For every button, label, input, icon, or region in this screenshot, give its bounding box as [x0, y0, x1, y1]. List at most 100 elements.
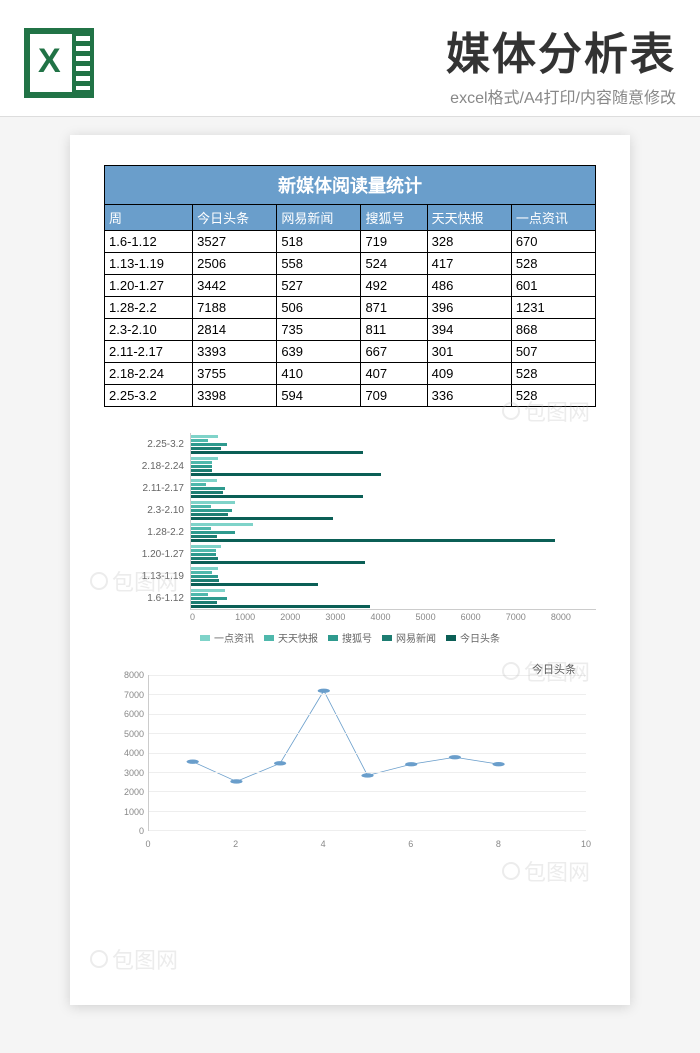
table-cell: 507 — [511, 341, 595, 363]
bar-segment — [191, 535, 217, 538]
line-x-tick: 8 — [496, 839, 501, 849]
bar-category-label: 1.28-2.2 — [104, 527, 190, 538]
document-page: 新媒体阅读量统计 周今日头条网易新闻搜狐号天天快报一点资讯 1.6-1.1235… — [70, 135, 630, 1005]
line-y-tick: 6000 — [104, 709, 144, 719]
line-y-tick: 7000 — [104, 690, 144, 700]
bar-segment — [191, 583, 318, 586]
table-header-row: 周今日头条网易新闻搜狐号天天快报一点资讯 — [105, 205, 596, 231]
bar-segment — [191, 443, 227, 446]
line-point — [405, 762, 417, 766]
table-cell: 601 — [511, 275, 595, 297]
table-cell: 3393 — [193, 341, 277, 363]
table-cell: 2814 — [193, 319, 277, 341]
table-cell: 558 — [277, 253, 361, 275]
table-cell: 2.3-2.10 — [105, 319, 193, 341]
bar-segment — [191, 439, 208, 442]
bar-segment — [191, 473, 381, 476]
table-cell: 417 — [427, 253, 511, 275]
bar-track — [190, 587, 596, 609]
bar-segment — [191, 461, 212, 464]
line-plot-area — [148, 675, 586, 831]
legend-swatch — [382, 635, 392, 641]
line-point — [318, 689, 330, 693]
data-table: 周今日头条网易新闻搜狐号天天快报一点资讯 1.6-1.1235275187193… — [104, 204, 596, 407]
table-title: 新媒体阅读量统计 — [104, 165, 596, 204]
bar-segment — [191, 447, 221, 450]
line-path — [193, 691, 499, 782]
table-header-cell: 周 — [105, 205, 193, 231]
table-cell: 1.13-1.19 — [105, 253, 193, 275]
bar-row: 1.28-2.2 — [104, 521, 596, 543]
table-cell: 528 — [511, 253, 595, 275]
bar-category-label: 2.3-2.10 — [104, 505, 190, 516]
bar-segment — [191, 545, 221, 548]
bar-segment — [191, 465, 212, 468]
bar-category-label: 1.20-1.27 — [104, 549, 190, 560]
template-subtitle: excel格式/A4打印/内容随意修改 — [112, 84, 676, 108]
bar-rows: 2.25-3.22.18-2.242.11-2.172.3-2.101.28-2… — [104, 433, 596, 609]
bar-x-tick: 3000 — [325, 612, 370, 622]
bar-segment — [191, 597, 227, 600]
legend-label: 今日头条 — [460, 630, 500, 645]
table-cell: 670 — [511, 231, 595, 253]
template-title: 媒体分析表 — [112, 18, 676, 82]
table-cell: 410 — [277, 363, 361, 385]
table-row: 2.11-2.173393639667301507 — [105, 341, 596, 363]
line-point — [230, 779, 242, 783]
table-cell: 594 — [277, 385, 361, 407]
table-cell: 7188 — [193, 297, 277, 319]
table-cell: 2.18-2.24 — [105, 363, 193, 385]
legend-label: 天天快报 — [278, 630, 318, 645]
divider — [0, 116, 700, 117]
table-header-cell: 一点资讯 — [511, 205, 595, 231]
table-header-cell: 天天快报 — [427, 205, 511, 231]
line-y-tick: 0 — [104, 826, 144, 836]
bar-segment — [191, 523, 253, 526]
watermark: 包图网 — [502, 855, 590, 887]
table-row: 2.3-2.102814735811394868 — [105, 319, 596, 341]
bar-segment — [191, 457, 218, 460]
bar-track — [190, 565, 596, 587]
table-cell: 518 — [277, 231, 361, 253]
line-y-tick: 4000 — [104, 748, 144, 758]
table-row: 1.28-2.271885068713961231 — [105, 297, 596, 319]
bar-segment — [191, 513, 228, 516]
table-cell: 528 — [511, 385, 595, 407]
table-row: 1.20-1.273442527492486601 — [105, 275, 596, 297]
bar-segment — [191, 517, 333, 520]
table-cell: 868 — [511, 319, 595, 341]
table-cell: 486 — [427, 275, 511, 297]
bar-segment — [191, 557, 218, 560]
legend-item: 今日头条 — [446, 630, 500, 645]
table-row: 2.25-3.23398594709336528 — [105, 385, 596, 407]
table-header-cell: 搜狐号 — [361, 205, 427, 231]
bar-x-tick: 7000 — [506, 612, 551, 622]
table-cell: 709 — [361, 385, 427, 407]
table-cell: 3755 — [193, 363, 277, 385]
bar-track — [190, 521, 596, 543]
bar-x-tick: 6000 — [461, 612, 506, 622]
table-cell: 336 — [427, 385, 511, 407]
table-cell: 639 — [277, 341, 361, 363]
bar-x-tick: 1000 — [235, 612, 280, 622]
table-row: 2.18-2.243755410407409528 — [105, 363, 596, 385]
line-x-tick: 2 — [233, 839, 238, 849]
legend-label: 搜狐号 — [342, 630, 372, 645]
bar-segment — [191, 487, 225, 490]
excel-icon — [24, 28, 94, 98]
line-y-tick: 1000 — [104, 807, 144, 817]
table-cell: 2506 — [193, 253, 277, 275]
bar-segment — [191, 561, 365, 564]
table-cell: 301 — [427, 341, 511, 363]
bar-x-tick: 0 — [190, 612, 235, 622]
bar-track — [190, 477, 596, 499]
table-cell: 1.28-2.2 — [105, 297, 193, 319]
bar-category-label: 2.25-3.2 — [104, 439, 190, 450]
table-cell: 506 — [277, 297, 361, 319]
bar-legend: 一点资讯天天快报搜狐号网易新闻今日头条 — [104, 630, 596, 645]
table-cell: 328 — [427, 231, 511, 253]
bar-segment — [191, 575, 218, 578]
bar-chart: 2.25-3.22.18-2.242.11-2.172.3-2.101.28-2… — [104, 433, 596, 645]
bar-x-tick: 2000 — [280, 612, 325, 622]
bar-segment — [191, 605, 370, 608]
